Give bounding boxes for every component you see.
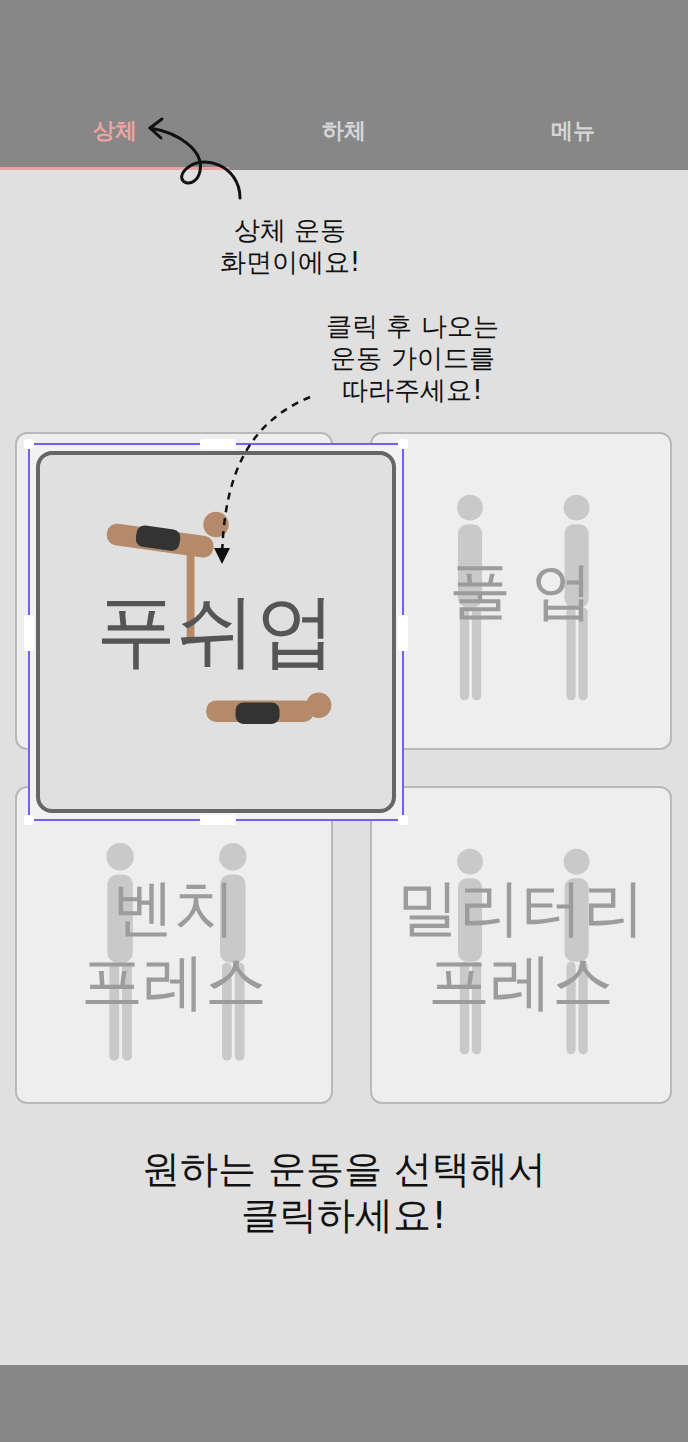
exercise-card[interactable]: 밀리터리 프레스 [370, 786, 672, 1104]
exercise-card[interactable]: 풀 업 [370, 432, 672, 750]
exercise-cell: 푸쉬업푸쉬업 [15, 432, 333, 750]
bottom-bar [0, 1365, 688, 1442]
exercise-title: 밀리터리 프레스 [397, 871, 645, 1019]
exercise-cell: 밀리터리 프레스 [370, 786, 672, 1104]
selected-card-body: 푸쉬업 [36, 451, 396, 813]
resize-handle[interactable] [398, 439, 408, 449]
tab-label: 하체 [322, 116, 366, 146]
resize-handle[interactable] [24, 615, 34, 651]
content: 상체 운동 화면이에요! 클릭 후 나오는 운동 가이드를 따라주세요! 푸쉬업푸쉬… [0, 170, 688, 1365]
tab-label: 상체 [93, 116, 137, 146]
exercise-card[interactable]: 벤치 프레스 [15, 786, 333, 1104]
tab-bar: 상체 하체 메뉴 [0, 116, 688, 170]
exercise-cell: 벤치 프레스 [15, 786, 333, 1104]
resize-handle[interactable] [398, 615, 408, 651]
tab-indicator [0, 167, 229, 170]
instruction-text: 원하는 운동을 선택해서 클릭하세요! [0, 1146, 688, 1238]
dashed-arrow-icon [210, 392, 320, 572]
exercise-title: 벤치 프레스 [81, 871, 267, 1019]
resize-handle[interactable] [398, 815, 408, 825]
resize-handle[interactable] [24, 439, 34, 449]
resize-handle[interactable] [200, 439, 236, 449]
resize-handle[interactable] [24, 815, 34, 825]
top-bar: 상체 하체 메뉴 [0, 0, 688, 170]
card-hint: 클릭 후 나오는 운동 가이드를 따라주세요! [300, 310, 525, 406]
exercise-cell: 풀 업 [370, 432, 672, 750]
tab-hint: 상체 운동 화면이에요! [195, 214, 385, 278]
selected-card[interactable]: 푸쉬업 [28, 443, 404, 821]
exercise-grid: 푸쉬업푸쉬업 풀 업벤치 프레스 밀리터리 프레스 [0, 432, 688, 1104]
hint-area: 상체 운동 화면이에요! 클릭 후 나오는 운동 가이드를 따라주세요! [0, 170, 688, 432]
resize-handle[interactable] [200, 815, 236, 825]
tab[interactable]: 메뉴 [459, 116, 688, 170]
tab-label: 메뉴 [551, 116, 595, 146]
app-screen: 상체 하체 메뉴상체 운동 화면이에요! 클릭 후 나오는 운동 가이드를 따라주세요… [0, 0, 688, 1442]
tab[interactable]: 하체 [229, 116, 458, 170]
selected-exercise-title: 푸쉬업 [96, 578, 336, 686]
exercise-title: 풀 업 [449, 554, 593, 628]
curl-arrow-icon [140, 115, 260, 210]
